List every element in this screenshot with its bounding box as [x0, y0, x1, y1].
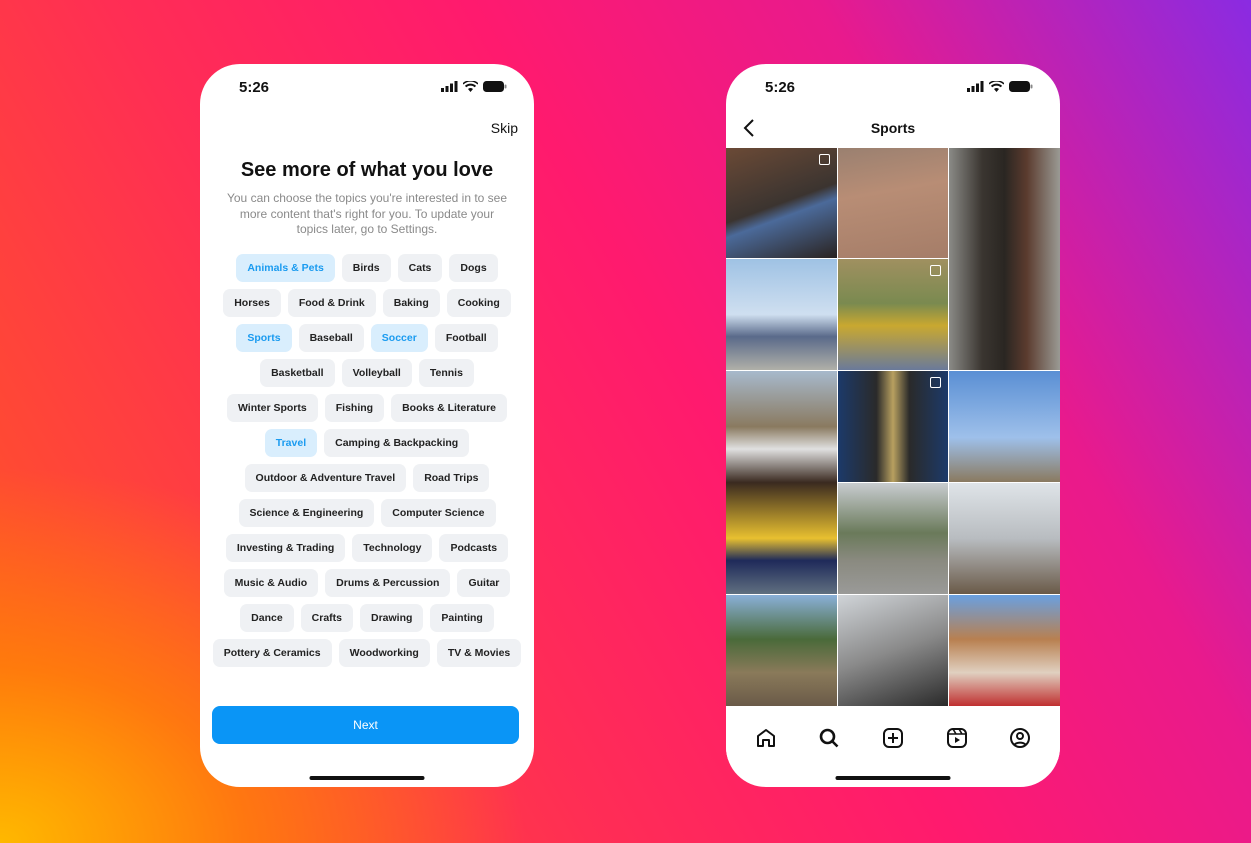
status-bar: 5:26	[200, 64, 534, 110]
wifi-icon	[989, 81, 1004, 92]
page-title: See more of what you love	[240, 159, 494, 181]
photo-tile[interactable]	[838, 595, 948, 706]
topic-chip[interactable]: Basketball	[260, 359, 335, 387]
topic-chip[interactable]: Computer Science	[381, 499, 496, 527]
topic-chip[interactable]: Drawing	[360, 604, 424, 632]
battery-icon	[1009, 81, 1033, 92]
skip-button[interactable]: Skip	[491, 120, 518, 136]
topic-chip[interactable]: Birds	[341, 254, 391, 282]
topic-chip[interactable]: Outdoor & Adventure Travel	[244, 464, 407, 492]
page-subtitle: You can choose the topics you're interes…	[226, 191, 508, 236]
home-icon[interactable]	[755, 727, 777, 749]
topic-chip[interactable]: Dogs	[449, 254, 498, 282]
topic-row: Winter Sports Fishing Books & Literature	[200, 394, 534, 429]
topic-row: Music & Audio Drums & Percussion Guitar	[200, 569, 534, 604]
topic-chip[interactable]: Painting	[430, 604, 494, 632]
topic-row: Dance Crafts Drawing Painting	[200, 604, 534, 639]
topic-chip[interactable]: Football	[434, 324, 498, 352]
photo-tile[interactable]	[726, 148, 837, 258]
carousel-icon	[819, 154, 830, 165]
create-icon[interactable]	[882, 727, 904, 749]
topic-row: Horses Food & Drink Baking Cooking	[200, 289, 534, 324]
page-title: Sports	[870, 120, 916, 136]
topic-chip[interactable]: Pottery & Ceramics	[212, 639, 332, 667]
reels-icon[interactable]	[946, 727, 968, 749]
topic-chip[interactable]: Sports	[236, 324, 292, 352]
topic-chip[interactable]: Science & Engineering	[238, 499, 375, 527]
carousel-icon	[930, 265, 941, 276]
topic-chip[interactable]: Woodworking	[338, 639, 430, 667]
topic-row: Pottery & Ceramics Woodworking TV & Movies	[200, 639, 534, 674]
status-time: 5:26	[239, 79, 270, 96]
topic-chip[interactable]: Baking	[382, 289, 440, 317]
topic-chips: Animals & Pets Birds Cats Dogs Horses Food & …	[200, 254, 534, 674]
topic-chip[interactable]: Cooking	[446, 289, 511, 317]
topic-row: Science & Engineering Computer Science	[200, 499, 534, 534]
topic-chip[interactable]: Drums & Percussion	[325, 569, 451, 597]
home-indicator	[309, 776, 425, 780]
topic-chip[interactable]: Road Trips	[413, 464, 490, 492]
photo-tile[interactable]	[838, 483, 948, 594]
topic-chip[interactable]: Horses	[223, 289, 281, 317]
topic-row: Sports Baseball Soccer Football	[200, 324, 534, 359]
photo-tile[interactable]	[838, 259, 948, 370]
photo-tile[interactable]	[726, 371, 837, 594]
photo-tile[interactable]	[949, 148, 1060, 370]
home-indicator	[835, 776, 951, 780]
topic-chip[interactable]: Investing & Trading	[225, 534, 346, 562]
status-bar: 5:26	[726, 64, 1060, 110]
topic-chip[interactable]: Food & Drink	[287, 289, 376, 317]
photo-tile[interactable]	[726, 595, 837, 706]
bottom-nav	[726, 716, 1060, 760]
topic-chip[interactable]: Travel	[264, 429, 318, 457]
topic-chip[interactable]: Soccer	[370, 324, 428, 352]
photo-tile[interactable]	[949, 595, 1060, 706]
topic-chip[interactable]: Winter Sports	[226, 394, 318, 422]
topic-row: Animals & Pets Birds Cats Dogs	[200, 254, 534, 289]
photo-tile[interactable]	[949, 483, 1060, 594]
battery-icon	[483, 81, 507, 92]
search-icon[interactable]	[818, 727, 840, 749]
topics-phone: 5:26 Skip See more of what you love You …	[200, 64, 534, 787]
topic-chip[interactable]: Crafts	[300, 604, 353, 632]
topic-chip[interactable]: TV & Movies	[436, 639, 522, 667]
topic-chip[interactable]: Fishing	[324, 394, 385, 422]
topic-chip[interactable]: Books & Literature	[391, 394, 508, 422]
profile-icon[interactable]	[1009, 727, 1031, 749]
topic-row: Basketball Volleyball Tennis	[200, 359, 534, 394]
header: Sports	[726, 110, 1060, 148]
topic-chip[interactable]: Baseball	[298, 324, 364, 352]
topic-row: Travel Camping & Backpacking	[200, 429, 534, 464]
wifi-icon	[463, 81, 478, 92]
photo-grid	[726, 148, 1060, 716]
photo-tile[interactable]	[838, 148, 948, 258]
topic-chip[interactable]: Cats	[397, 254, 443, 282]
topic-chip[interactable]: Music & Audio	[223, 569, 319, 597]
topic-chip[interactable]: Camping & Backpacking	[324, 429, 470, 457]
topic-chip[interactable]: Podcasts	[439, 534, 509, 562]
topic-chip[interactable]: Animals & Pets	[236, 254, 335, 282]
topic-row: Outdoor & Adventure Travel Road Trips	[200, 464, 534, 499]
next-button[interactable]: Next	[212, 706, 519, 744]
topic-chip[interactable]: Volleyball	[341, 359, 412, 387]
photo-tile[interactable]	[838, 371, 948, 482]
signal-icon	[967, 81, 984, 92]
topic-chip[interactable]: Tennis	[418, 359, 474, 387]
status-time: 5:26	[765, 79, 796, 96]
signal-icon	[441, 81, 458, 92]
topic-chip[interactable]: Technology	[352, 534, 433, 562]
photo-tile[interactable]	[726, 259, 837, 370]
reels-icon	[930, 377, 941, 388]
topic-row: Investing & Trading Technology Podcasts	[200, 534, 534, 569]
topic-chip[interactable]: Guitar	[457, 569, 511, 597]
topic-chip[interactable]: Dance	[240, 604, 294, 632]
photo-tile[interactable]	[949, 371, 1060, 482]
sports-phone: 5:26 Sports	[726, 64, 1060, 787]
